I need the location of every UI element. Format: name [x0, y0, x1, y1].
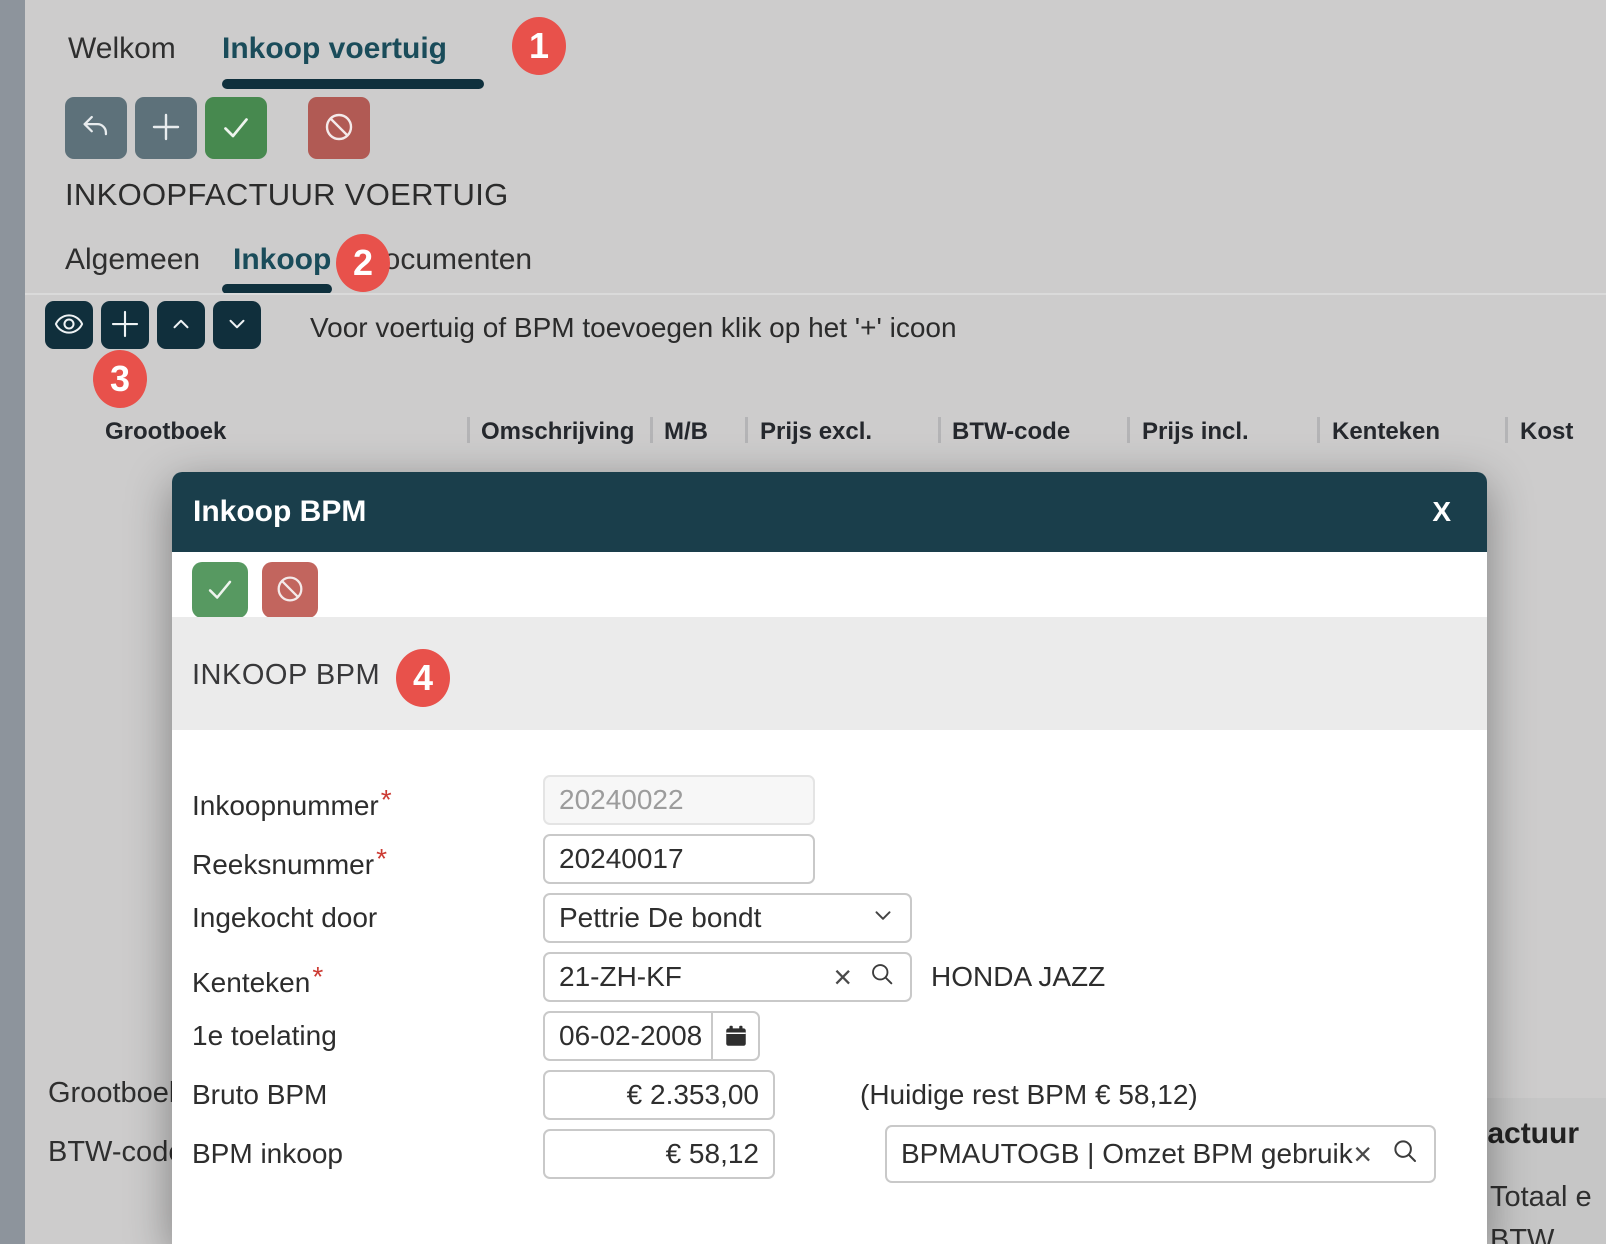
dialog-titlebar[interactable]: Inkoop BPM X [172, 472, 1487, 552]
section-divider [25, 293, 1606, 295]
undo-arrow-icon [79, 110, 113, 147]
column-separator[interactable] [1317, 417, 1320, 443]
bpm-inkoop-input[interactable]: € 58,12 [543, 1129, 775, 1179]
kenteken-vehicle-info: HONDA JAZZ [931, 961, 1105, 993]
col-btw-code[interactable]: BTW-code [952, 418, 1070, 446]
column-separator[interactable] [1127, 417, 1130, 443]
dialog-cancel-button[interactable] [262, 562, 318, 618]
dialog-title: Inkoop BPM [193, 495, 1432, 529]
bg-label-btw-code: BTW-code [48, 1136, 184, 1169]
col-kenteken[interactable]: Kenteken [1332, 418, 1440, 446]
tab-welkom[interactable]: Welkom [68, 32, 176, 66]
column-separator[interactable] [1505, 417, 1508, 443]
col-kost[interactable]: Kost [1520, 418, 1573, 446]
view-row-button[interactable] [45, 301, 93, 349]
label-text: Kenteken [192, 967, 310, 998]
toolbar-instruction: Voor voertuig of BPM toevoegen klik op h… [310, 312, 957, 344]
tab-inkoop-voertuig[interactable]: Inkoop voertuig [222, 32, 447, 66]
reeksnummer-input[interactable]: 20240017 [543, 834, 815, 884]
eye-icon [53, 308, 85, 343]
step-badge-4: 4 [396, 649, 450, 707]
bg-label-grootboek: Grootboek [48, 1077, 183, 1110]
active-tab-underline [222, 79, 484, 89]
rest-bpm-info: (Huidige rest BPM € 58,12) [860, 1079, 1198, 1111]
column-separator[interactable] [650, 417, 653, 443]
label-text: Reeksnummer [192, 849, 374, 880]
clear-icon[interactable]: × [1353, 1138, 1372, 1170]
required-asterisk: * [381, 784, 392, 815]
kenteken-label: Kenteken* [192, 961, 323, 999]
bpm-grootboek-lookup[interactable]: BPMAUTOGB | Omzet BPM gebruikt × [885, 1125, 1436, 1183]
bg-label-totaal: Totaal e [1490, 1181, 1592, 1214]
ban-icon [321, 109, 357, 148]
step-badge-3: 3 [93, 350, 147, 408]
chevron-down-icon [870, 902, 896, 935]
tab-inkoop[interactable]: Inkoop [233, 243, 331, 277]
save-button[interactable] [205, 97, 267, 159]
dialog-heading: INKOOP BPM [192, 659, 380, 692]
clear-icon[interactable]: × [833, 961, 852, 993]
col-mb[interactable]: M/B [664, 418, 708, 446]
inkoopnummer-label: Inkoopnummer* [192, 784, 392, 822]
column-separator[interactable] [938, 417, 941, 443]
selected-value: Pettrie De bondt [559, 902, 870, 934]
add-row-button[interactable] [101, 301, 149, 349]
search-icon[interactable] [868, 960, 896, 995]
date-value: 06-02-2008 [545, 1020, 711, 1052]
back-button[interactable] [65, 97, 127, 159]
inkoopnummer-field: 20240022 [543, 775, 815, 825]
app-window: { "colors": { "accent_red_badge": "#e851… [0, 0, 1606, 1244]
check-icon [203, 572, 237, 609]
bruto-bpm-input[interactable]: € 2.353,00 [543, 1070, 775, 1120]
label-text: Inkoopnummer [192, 790, 379, 821]
col-grootboek[interactable]: Grootboek [105, 418, 226, 446]
chevron-down-icon [224, 311, 250, 340]
page-title: INKOOPFACTUUR VOERTUIG [65, 177, 509, 213]
calendar-icon[interactable] [711, 1013, 758, 1059]
bg-label-btw: BTW [1490, 1224, 1554, 1244]
bruto-bpm-label: Bruto BPM [192, 1079, 327, 1111]
step-badge-2: 2 [336, 234, 390, 292]
cancel-button[interactable] [308, 97, 370, 159]
move-down-button[interactable] [213, 301, 261, 349]
ban-icon [273, 572, 307, 609]
inkoop-bpm-dialog: Inkoop BPM X INKOOP BPM 4 Inkoopnummer* … [172, 472, 1487, 1244]
column-separator[interactable] [467, 417, 470, 443]
plus-icon [148, 109, 184, 148]
dialog-save-button[interactable] [192, 562, 248, 618]
column-separator[interactable] [745, 417, 748, 443]
kenteken-input[interactable]: 21-ZH-KF × [543, 952, 912, 1002]
reeksnummer-label: Reeksnummer* [192, 843, 387, 881]
toelating-label: 1e toelating [192, 1020, 337, 1052]
chevron-up-icon [168, 311, 194, 340]
close-icon[interactable]: X [1432, 496, 1451, 528]
add-button[interactable] [135, 97, 197, 159]
col-prijs-incl[interactable]: Prijs incl. [1142, 418, 1249, 446]
required-asterisk: * [376, 843, 387, 874]
move-up-button[interactable] [157, 301, 205, 349]
bpm-inkoop-label: BPM inkoop [192, 1138, 343, 1170]
required-asterisk: * [312, 961, 323, 992]
lookup-value: BPMAUTOGB | Omzet BPM gebruikt [901, 1138, 1353, 1170]
search-icon[interactable] [1390, 1136, 1420, 1173]
window-edge-strip [0, 0, 25, 1244]
check-icon [218, 109, 254, 148]
col-prijs-excl[interactable]: Prijs excl. [760, 418, 872, 446]
col-omschrijving[interactable]: Omschrijving [481, 418, 634, 446]
step-badge-1: 1 [512, 17, 566, 75]
input-value: 21-ZH-KF [559, 961, 833, 993]
tab-algemeen[interactable]: Algemeen [65, 243, 200, 277]
ingekocht-door-select[interactable]: Pettrie De bondt [543, 893, 912, 943]
toelating-date-input[interactable]: 06-02-2008 [543, 1011, 760, 1061]
ingekocht-door-label: Ingekocht door [192, 902, 377, 934]
plus-icon [108, 307, 142, 344]
